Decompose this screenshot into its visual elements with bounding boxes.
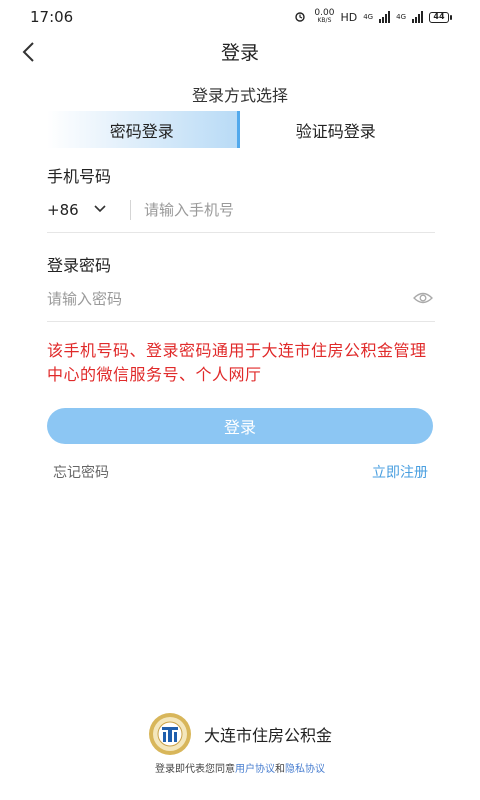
network-type-1: 4G	[363, 13, 374, 21]
net-speed-value: 0.00	[314, 8, 335, 18]
agreement-text: 登录即代表您同意用户协议和隐私协议	[0, 760, 480, 775]
agreement-prefix: 登录即代表您同意	[155, 764, 235, 775]
net-speed-unit: KB/S	[317, 17, 332, 24]
usage-notice: 该手机号码、登录密码通用于大连市住房公积金管理中心的微信服务号、个人网厅	[47, 341, 427, 384]
eye-icon[interactable]	[413, 291, 433, 305]
privacy-policy-link[interactable]: 隐私协议	[285, 764, 325, 775]
page-title: 登录	[220, 42, 259, 64]
user-agreement-link[interactable]: 用户协议	[235, 764, 275, 775]
chevron-down-icon[interactable]	[93, 204, 107, 214]
battery-icon: 44	[429, 11, 452, 23]
hd-indicator: HD	[340, 10, 358, 24]
tab-sms-login[interactable]: 验证码登录	[240, 111, 433, 148]
network-type-2: 4G	[396, 13, 406, 21]
divider	[130, 200, 131, 220]
password-input[interactable]	[47, 284, 387, 314]
login-button[interactable]: 登录	[47, 408, 433, 444]
password-label: 登录密码	[47, 256, 112, 275]
country-code-select[interactable]: +86	[47, 201, 79, 219]
tab-password-login[interactable]: 密码登录	[47, 111, 240, 148]
housing-fund-logo	[148, 713, 191, 755]
phone-row: +86	[47, 193, 435, 233]
battery-level: 44	[429, 11, 449, 23]
register-link[interactable]: 立即注册	[372, 462, 428, 482]
forgot-password-link[interactable]: 忘记密码	[53, 462, 109, 482]
phone-input[interactable]	[144, 195, 424, 225]
net-speed: 0.00 KB/S	[314, 9, 334, 25]
password-row	[47, 282, 435, 322]
status-icons: 0.00 KB/S HD 4G 4G 44	[292, 8, 452, 26]
status-bar: 17:06 0.00 KB/S HD 4G 4G 44	[0, 0, 480, 34]
phone-label: 手机号码	[47, 167, 112, 186]
signal-icon-2	[412, 11, 423, 23]
footer-brand: 大连市住房公积金	[0, 712, 480, 756]
status-time: 17:06	[30, 8, 74, 26]
login-tabs: 密码登录 验证码登录	[47, 111, 432, 148]
brand-name: 大连市住房公积金	[203, 726, 332, 745]
alarm-icon	[295, 12, 306, 22]
agreement-and: 和	[275, 764, 285, 775]
signal-icon	[379, 11, 391, 23]
login-method-title: 登录方式选择	[191, 86, 288, 105]
